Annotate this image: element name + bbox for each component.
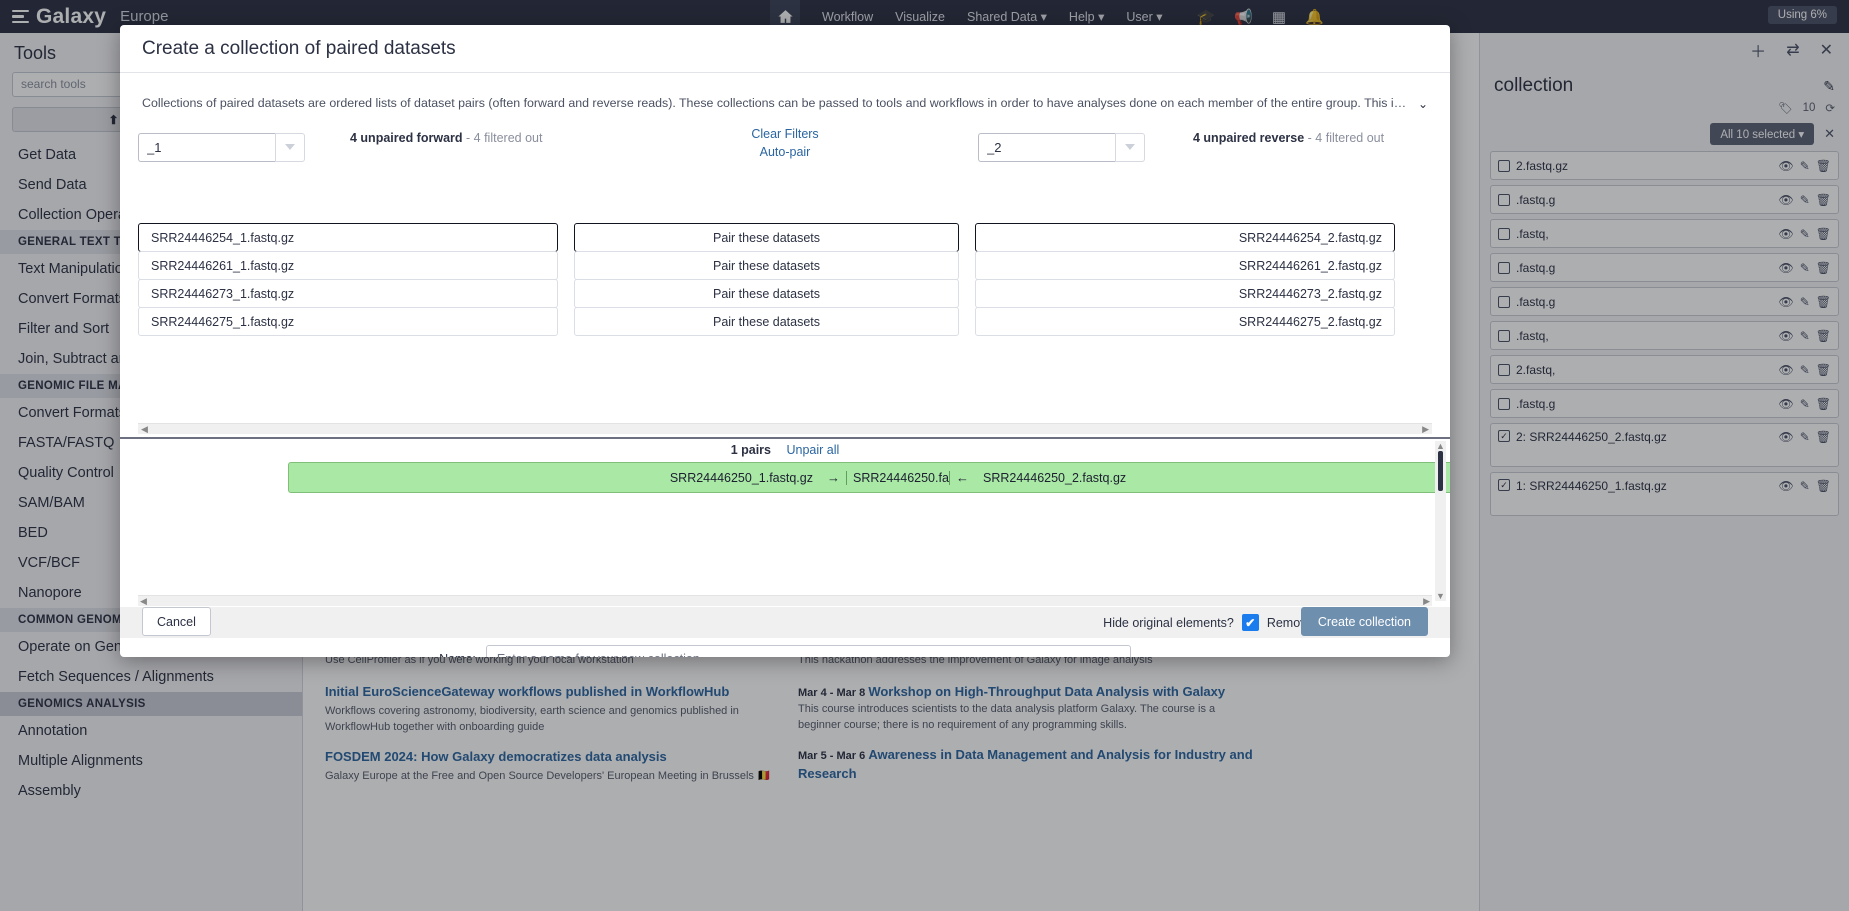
reverse-unpaired-count-bold: 4 unpaired reverse — [1193, 130, 1305, 145]
unpair-all-link[interactable]: Unpair all — [786, 443, 839, 457]
modal-title: Create a collection of paired datasets — [142, 37, 456, 59]
modal-intro-text: Collections of paired datasets are order… — [142, 96, 1412, 110]
arrow-left-icon: ← — [956, 470, 969, 485]
reverse-filter-input[interactable] — [978, 132, 1115, 162]
paired-vertical-scrollbar[interactable]: ▲ ▼ — [1435, 441, 1446, 601]
unpaired-row: SRR24446254_1.fastq.gz Pair these dataset… — [138, 223, 1432, 252]
pair-these-datasets-button[interactable]: Pair these datasets — [574, 223, 959, 252]
scroll-right-arrow[interactable]: ▶ — [1419, 424, 1432, 435]
unpaired-row: SRR24446273_1.fastq.gz Pair these dataset… — [138, 279, 1432, 308]
paired-row[interactable]: SRR24446250_1.fastq.gz → SRR24446250.fastq… — [288, 462, 1450, 493]
unpaired-horizontal-scrollbar[interactable]: ◀ ▶ — [138, 423, 1432, 434]
paired-reverse-name: SRR24446250_2.fastq.gz — [983, 470, 1127, 485]
modal-header: Create a collection of paired datasets — [120, 25, 1450, 73]
unpaired-datasets-list: SRR24446254_1.fastq.gz Pair these dataset… — [138, 223, 1432, 418]
unpaired-reverse-item[interactable]: SRR24446254_2.fastq.gz — [975, 223, 1395, 252]
unpaired-row: SRR24446261_1.fastq.gz Pair these dataset… — [138, 251, 1432, 280]
arrow-right-icon: → — [827, 470, 840, 485]
reverse-filter-dropdown[interactable] — [1115, 132, 1145, 162]
auto-pair-link[interactable]: Auto-pair — [138, 143, 1432, 161]
reverse-filter-group — [978, 132, 1145, 162]
modal-intro: Collections of paired datasets are order… — [142, 95, 1428, 113]
cancel-button[interactable]: Cancel — [142, 607, 211, 636]
create-collection-button[interactable]: Create collection — [1300, 607, 1428, 636]
pair-these-datasets-button[interactable]: Pair these datasets — [574, 251, 959, 280]
section-divider — [120, 437, 1450, 439]
scroll-up-arrow[interactable]: ▲ — [1436, 441, 1445, 451]
unpaired-forward-item[interactable]: SRR24446275_1.fastq.gz — [138, 307, 558, 336]
unpaired-reverse-item[interactable]: SRR24446273_2.fastq.gz — [975, 279, 1395, 308]
reverse-unpaired-count-rest: - 4 filtered out — [1307, 130, 1385, 145]
paired-forward-name: SRR24446250_1.fastq.gz — [669, 470, 813, 485]
reverse-unpaired-count: 4 unpaired reverse - 4 filtered out — [1193, 131, 1384, 145]
pairs-count: 1 pairs — [730, 443, 771, 457]
chevron-down-icon[interactable]: ⌄ — [1418, 95, 1428, 113]
paired-header: 1 pairs Unpair all — [120, 443, 1450, 457]
pair-these-datasets-button[interactable]: Pair these datasets — [574, 307, 959, 336]
unpaired-forward-item[interactable]: SRR24446254_1.fastq.gz — [138, 223, 558, 252]
modal-body: Collections of paired datasets are order… — [120, 73, 1450, 657]
scroll-left-arrow[interactable]: ◀ — [138, 424, 151, 435]
unpaired-forward-item[interactable]: SRR24446273_1.fastq.gz — [138, 279, 558, 308]
unpaired-row: SRR24446275_1.fastq.gz Pair these dataset… — [138, 307, 1432, 336]
paired-collection-modal: Create a collection of paired datasets C… — [120, 25, 1450, 657]
modal-footer: Cancel Create collection — [120, 597, 1450, 657]
pair-these-datasets-button[interactable]: Pair these datasets — [574, 279, 959, 308]
unpaired-forward-item[interactable]: SRR24446261_1.fastq.gz — [138, 251, 558, 280]
unpaired-reverse-item[interactable]: SRR24446261_2.fastq.gz — [975, 251, 1395, 280]
paired-collection-element-name[interactable]: SRR24446250.fastq — [846, 470, 950, 485]
unpaired-reverse-item[interactable]: SRR24446275_2.fastq.gz — [975, 307, 1395, 336]
filter-row: 4 unpaired forward - 4 filtered out Clea… — [138, 125, 1432, 173]
